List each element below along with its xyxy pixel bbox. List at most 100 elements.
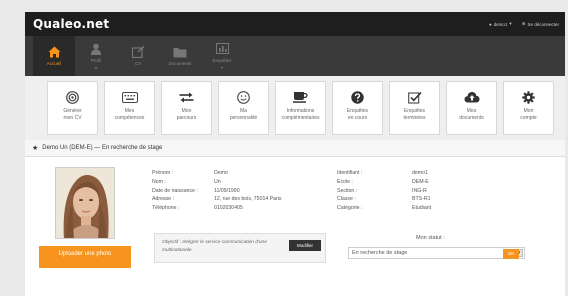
tile-label-line1: Mon — [523, 108, 534, 114]
nav-item-cv[interactable]: CV — [117, 36, 159, 76]
tile-label-line2: parcours — [176, 115, 197, 121]
profile-panel-header: ★ Demo Un (DEM-E) — En recherche de stag… — [25, 140, 565, 157]
status-select[interactable]: En recherche de stage ▾ — [348, 247, 525, 259]
caret-down-icon: ▾ — [94, 64, 97, 70]
value-section: ING-R — [412, 187, 427, 194]
profile-photo — [55, 167, 115, 239]
tile-parcours[interactable]: Mon parcours — [161, 81, 212, 135]
logout-label: Se déconnecter — [527, 21, 559, 27]
tile-label-line1: Ma — [240, 108, 247, 114]
tile-personnalite[interactable]: Ma personnalité — [218, 81, 269, 135]
shortcut-tiles: Générer mon CV Mes compétences Mon parco… — [25, 76, 565, 140]
upload-photo-button[interactable]: Uploader une photo — [39, 246, 131, 268]
nav-item-documents[interactable]: Documents — [159, 36, 201, 76]
label-categorie: Catégorie : — [337, 205, 363, 212]
value-prenom: Demo — [214, 170, 228, 176]
tile-label-line2: terminées — [403, 115, 426, 121]
tile-label-line1: Mes — [466, 108, 477, 114]
profile-icon — [89, 43, 103, 55]
profile-panel: Uploader une photo Prénom : Nom : Date d… — [25, 157, 565, 296]
status-value: En recherche de stage — [352, 250, 408, 256]
tile-label-line1: Informations — [286, 108, 315, 114]
value-classe: BTS-R1 — [412, 196, 431, 203]
tile-label-line2: en cours — [347, 115, 368, 121]
main-nav: Accueil Profil ▾ CV Documents Enquêtes ▾ — [25, 36, 565, 76]
cog-icon — [521, 90, 537, 104]
top-bar: Qualeo.net ● demo1 ▾ ⊗ Se déconnecter — [25, 12, 565, 36]
tile-enquetes-en-cours[interactable]: Enquêtes en cours — [332, 81, 383, 135]
label-date-naissance: Date de naissance : — [152, 187, 198, 194]
label-prenom: Prénom : — [152, 170, 174, 176]
home-icon — [47, 46, 61, 58]
value-telephone: 0102030405 — [214, 205, 243, 212]
folder-icon — [173, 46, 187, 58]
logout-icon: ⊗ — [521, 21, 526, 26]
label-ecole: Ecole : — [337, 178, 353, 185]
panel-title: Demo Un (DEM-E) — En recherche de stage — [42, 145, 163, 151]
value-adresse: 12, rue des bois, 75014 Paris — [214, 196, 282, 203]
label-identifiant: Identifiant : — [337, 170, 363, 176]
tile-label-line2: complémentaires — [281, 115, 320, 121]
label-classe: Classe : — [337, 196, 356, 203]
tile-label-line1: Enquêtes — [403, 108, 426, 114]
caret-down-icon: ▾ — [509, 21, 512, 26]
checkbox-icon — [407, 90, 423, 104]
tile-enquetes-terminees[interactable]: Enquêtes terminées — [389, 81, 440, 135]
tile-label-line2: compte — [520, 115, 537, 121]
brand-logo[interactable]: Qualeo.net — [33, 17, 109, 31]
label-section: Section : — [337, 187, 358, 194]
personal-values: Demo Un 11/09/1990 12, rue des bois, 750… — [214, 169, 281, 213]
school-values: demo1 DEM-E ING-R BTS-R1 Etudiant — [412, 169, 431, 213]
tile-label-line1: Mes — [124, 108, 135, 114]
user-menu: ● demo1 ▾ ⊗ Se déconnecter — [489, 21, 559, 27]
arrows-icon — [179, 90, 195, 104]
tile-label-line2: compétences — [114, 115, 145, 121]
tile-compte[interactable]: Mon compte — [503, 81, 554, 135]
value-categorie: Etudiant — [412, 205, 432, 212]
value-ecole: DEM-E — [412, 178, 429, 185]
value-nom: Un — [214, 178, 221, 185]
nav-label: Enquêtes — [212, 57, 232, 63]
tile-label-line1: Mon — [181, 108, 192, 114]
label-adresse: Adresse : — [152, 196, 174, 203]
personal-labels: Prénom : Nom : Date de naissance : Adres… — [152, 169, 198, 213]
nav-label: Profil — [90, 57, 102, 63]
user-dropdown[interactable]: ● demo1 ▾ — [489, 21, 512, 27]
caret-down-icon: ▾ — [220, 64, 223, 70]
school-labels: Identifiant : Ecole : Section : Classe :… — [337, 169, 362, 213]
coffee-icon — [293, 90, 309, 104]
value-identifiant: demo1 — [412, 170, 428, 176]
user-icon: ● — [488, 21, 492, 27]
tile-label-line2: documents — [459, 115, 484, 121]
cloud-upload-icon — [464, 90, 480, 104]
status-label: Mon statut : — [416, 235, 445, 241]
nav-label: CV — [134, 61, 142, 66]
star-icon: ★ — [32, 145, 39, 152]
value-date-naissance: 11/09/1990 — [214, 187, 240, 194]
cv-icon — [131, 46, 145, 58]
keyboard-icon — [121, 90, 138, 104]
question-icon — [350, 90, 366, 104]
tile-label-line1: Générer — [63, 108, 82, 114]
objective-box: Objectif : Intégrer le service communica… — [154, 233, 326, 263]
nav-item-enquetes[interactable]: Enquêtes ▾ — [201, 36, 243, 76]
nav-label: Documents — [168, 61, 192, 66]
objective-text: Objectif : Intégrer le service communica… — [162, 240, 267, 253]
user-label: demo1 — [493, 21, 508, 27]
modify-objective-button[interactable]: Modifier — [289, 240, 321, 251]
nav-item-accueil[interactable]: Accueil — [33, 36, 75, 76]
target-icon — [65, 90, 81, 104]
logout-link[interactable]: ⊗ Se déconnecter — [522, 21, 559, 27]
tile-label-line2: mon CV — [63, 115, 82, 121]
chart-icon — [215, 43, 229, 55]
tile-competences[interactable]: Mes compétences — [104, 81, 155, 135]
tile-label-line2: personnalité — [229, 115, 258, 121]
tile-documents[interactable]: Mes documents — [446, 81, 497, 135]
tile-informations[interactable]: Informations complémentaires — [275, 81, 326, 135]
tile-label-line1: Enquêtes — [346, 108, 369, 114]
nav-label: Accueil — [46, 61, 62, 66]
nav-item-profil[interactable]: Profil ▾ — [75, 36, 117, 76]
tile-generer-cv[interactable]: Générer mon CV — [47, 81, 98, 135]
status-ok-button[interactable]: OK — [503, 249, 519, 259]
label-telephone: Téléphone : — [152, 205, 180, 212]
